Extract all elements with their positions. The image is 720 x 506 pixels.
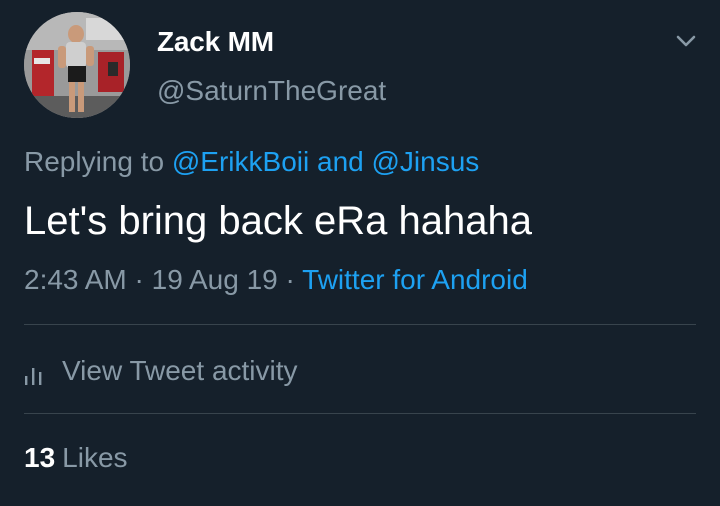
- mention-conjunction[interactable]: and: [317, 146, 364, 177]
- tweet-text: Let's bring back eRa hahaha: [24, 199, 532, 243]
- avatar[interactable]: [24, 12, 130, 118]
- avatar-photo: [24, 12, 130, 118]
- author-display-name[interactable]: Zack MM: [157, 24, 274, 60]
- bar-chart-icon: [24, 361, 46, 385]
- likes-label: Likes: [62, 442, 128, 473]
- replying-to-line: Replying to @ErikkBoii and @Jinsus: [24, 144, 479, 180]
- chevron-down-icon[interactable]: [672, 28, 700, 52]
- mention-jinsus[interactable]: @Jinsus: [372, 146, 480, 177]
- meta-separator: ·: [285, 264, 295, 295]
- divider: [24, 413, 696, 414]
- tweet-meta: 2:43 AM · 19 Aug 19 · Twitter for Androi…: [24, 262, 528, 298]
- likes-link[interactable]: 13 Likes: [24, 440, 128, 476]
- tweet-date: 19 Aug 19: [151, 264, 278, 295]
- tweet-time: 2:43 AM: [24, 264, 127, 295]
- author-handle[interactable]: @SaturnTheGreat: [157, 73, 386, 109]
- view-tweet-activity-button[interactable]: View Tweet activity: [24, 351, 298, 391]
- replying-to-label: Replying to: [24, 146, 165, 177]
- tweet-source-link[interactable]: Twitter for Android: [302, 264, 528, 295]
- mention-erikkboii[interactable]: @ErikkBoii: [172, 146, 309, 177]
- divider: [24, 324, 696, 325]
- view-tweet-activity-label: View Tweet activity: [62, 355, 298, 386]
- meta-separator: ·: [134, 264, 144, 295]
- tweet-detail: Zack MM @SaturnTheGreat Replying to @Eri…: [0, 0, 720, 506]
- likes-count: 13: [24, 442, 56, 473]
